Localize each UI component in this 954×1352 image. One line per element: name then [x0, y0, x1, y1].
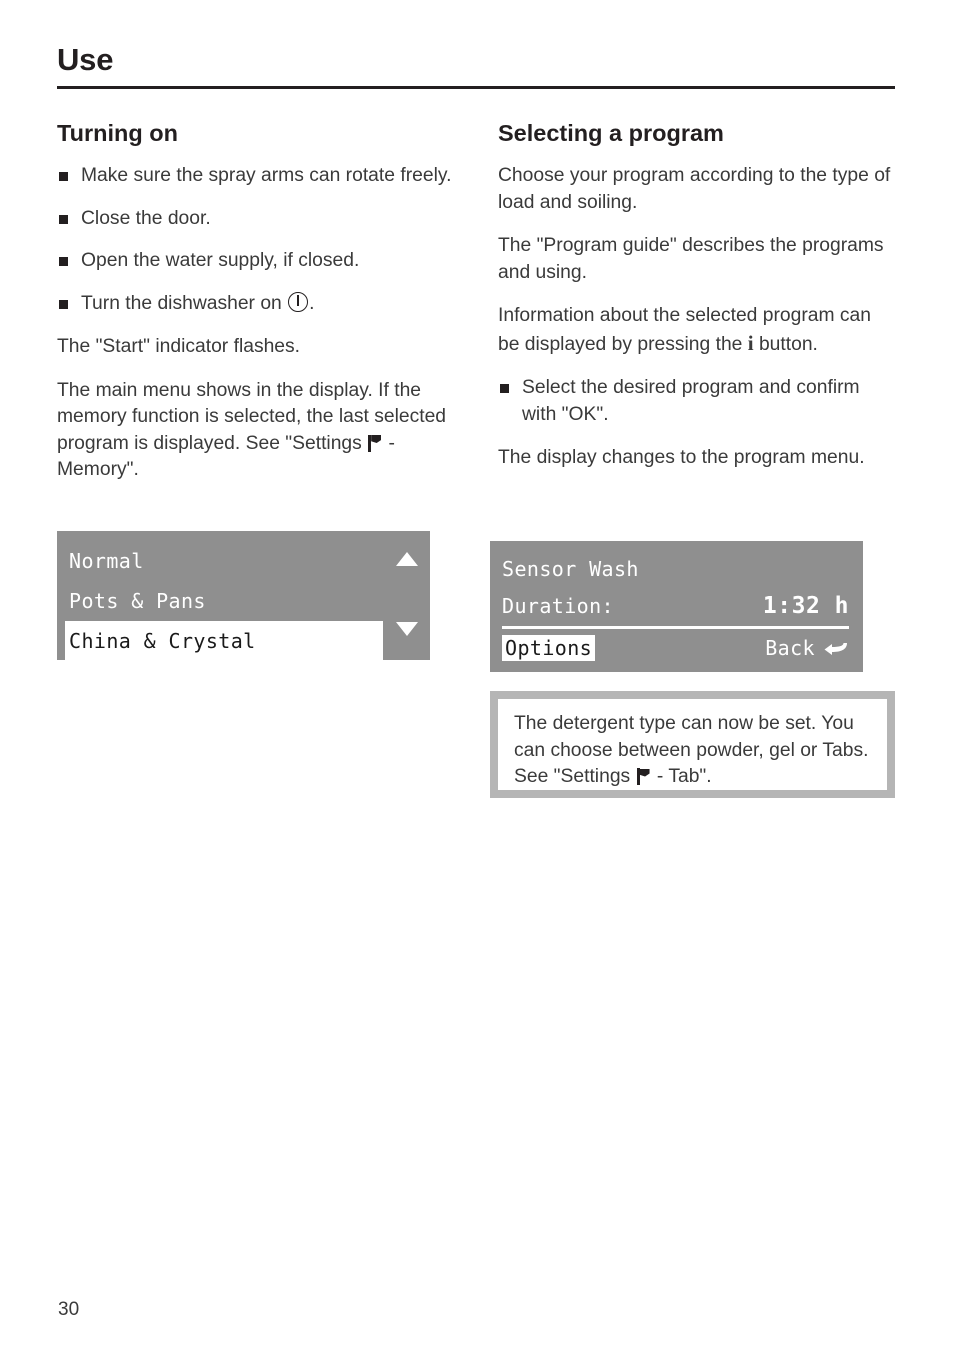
page-number: 30	[58, 1299, 80, 1320]
list-item: Make sure the spray arms can rotate free…	[57, 163, 454, 190]
lcd-back-button[interactable]: Back	[765, 636, 849, 660]
program-guide-paragraph: The "Program guide" describes the progra…	[498, 235, 884, 283]
list-item-label: Select the desired program and confirm w…	[522, 377, 860, 425]
power-icon	[288, 291, 309, 312]
lcd-back-label: Back	[765, 636, 815, 660]
note-box-text: The detergent type can now be set. You c…	[514, 711, 873, 791]
note-box-inner: The detergent type can now be set. You c…	[498, 699, 887, 790]
bullet-square-icon	[500, 384, 509, 394]
bullet-square-icon	[59, 172, 68, 182]
header-divider	[57, 85, 895, 89]
start-indicator-paragraph: The "Start" indicator flashes.	[57, 336, 301, 358]
lcd-softkey-row: Options Back	[502, 629, 849, 667]
list-item-label: Make sure the spray arms can rotate free…	[81, 165, 452, 187]
list-item: Close the door.	[57, 206, 454, 233]
lcd-menu-item-pots-and-pans[interactable]: Pots & Pans	[69, 581, 420, 621]
page-title: Use	[57, 42, 114, 77]
lcd-options-button[interactable]: Options	[502, 635, 596, 661]
turning-on-steps-list: Make sure the spray arms can rotate free…	[57, 163, 454, 317]
list-item-label-before-icon: Turn the dishwasher on	[81, 292, 288, 314]
triangle-up-icon[interactable]	[396, 552, 418, 566]
list-item: Turn the dishwasher on .	[57, 291, 454, 318]
lcd-menu-item-label: Pots & Pans	[69, 589, 206, 613]
triangle-down-icon[interactable]	[396, 622, 418, 636]
bullet-square-icon	[59, 214, 68, 224]
list-item-label-after-icon: .	[309, 292, 315, 314]
lcd-duration-label: Duration:	[502, 594, 614, 618]
section-heading-selecting-a-program: Selecting a program	[498, 120, 724, 146]
left-column: Turning on Make sure the spray arms can …	[57, 120, 454, 501]
section-heading-turning-on: Turning on	[57, 120, 178, 146]
lcd-menu-item-china-and-crystal[interactable]: China & Crystal	[65, 621, 383, 661]
flag-icon	[368, 434, 381, 452]
bullet-square-icon	[59, 299, 68, 309]
memory-function-paragraph: The main menu shows in the display. If t…	[57, 378, 454, 484]
list-item-label: Open the water supply, if closed.	[81, 250, 360, 272]
info-button-paragraph: Information about the selected program c…	[498, 303, 895, 358]
bullet-square-icon	[59, 257, 68, 267]
lcd-menu-item-label: China & Crystal	[69, 629, 256, 653]
lcd-main-menu-display: Normal Pots & Pans China & Crystal	[57, 531, 430, 661]
lcd-duration-value: 1:32 h	[762, 593, 849, 619]
list-item: Select the desired program and confirm w…	[498, 375, 895, 428]
page-header: Use	[57, 42, 895, 89]
right-column: Selecting a program Choose your program …	[498, 120, 895, 501]
lcd-menu-item-normal[interactable]: Normal	[69, 541, 420, 581]
list-item: Open the water supply, if closed.	[57, 248, 454, 275]
lcd-program-name: Sensor Wash	[502, 557, 639, 581]
note-text-after-icon: - Tab".	[651, 766, 712, 787]
lcd-menu-item-label: Normal	[69, 549, 144, 573]
flag-icon	[636, 768, 650, 785]
lcd-program-name-row: Sensor Wash	[502, 550, 849, 588]
lcd-program-menu-display: Sensor Wash Duration: 1:32 h Options Bac…	[490, 541, 863, 672]
selecting-program-steps-list: Select the desired program and confirm w…	[498, 375, 895, 428]
lcd-duration-row: Duration: 1:32 h	[502, 588, 849, 629]
body-columns: Turning on Make sure the spray arms can …	[57, 120, 895, 501]
choose-program-paragraph: Choose your program according to the typ…	[498, 165, 891, 213]
info-paragraph-after-icon: button.	[753, 333, 818, 355]
return-arrow-icon	[824, 642, 847, 655]
display-changes-paragraph: The display changes to the program menu.	[498, 447, 865, 469]
note-box: The detergent type can now be set. You c…	[490, 691, 895, 798]
list-item-label: Close the door.	[81, 207, 211, 229]
